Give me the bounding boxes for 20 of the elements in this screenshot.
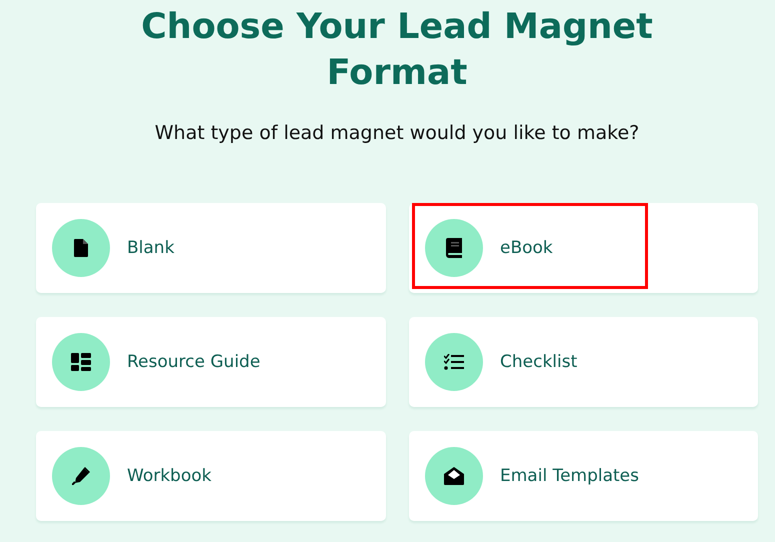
format-card[interactable]: Resource Guide bbox=[36, 317, 386, 407]
page-subtitle: What type of lead magnet would you like to make? bbox=[154, 122, 640, 144]
format-label: Blank bbox=[127, 238, 174, 258]
format-label: Workbook bbox=[127, 466, 212, 486]
book-icon bbox=[446, 238, 462, 258]
format-label: eBook bbox=[500, 238, 553, 258]
document-icon bbox=[74, 239, 88, 257]
format-card[interactable]: Workbook bbox=[36, 431, 386, 521]
format-card[interactable]: Checklist bbox=[409, 317, 758, 407]
checklist-icon bbox=[444, 354, 464, 370]
format-label: Checklist bbox=[500, 352, 578, 372]
format-card[interactable]: Blank bbox=[36, 203, 386, 293]
format-label: Resource Guide bbox=[127, 352, 260, 372]
dashboard-icon bbox=[71, 353, 91, 371]
format-label: Email Templates bbox=[500, 466, 639, 486]
page-title: Choose Your Lead Magnet Format bbox=[140, 6, 654, 95]
format-card[interactable]: Email Templates bbox=[409, 431, 758, 521]
format-card[interactable]: eBook bbox=[409, 203, 758, 293]
pen-icon bbox=[72, 467, 90, 485]
envelope-icon bbox=[444, 467, 464, 485]
